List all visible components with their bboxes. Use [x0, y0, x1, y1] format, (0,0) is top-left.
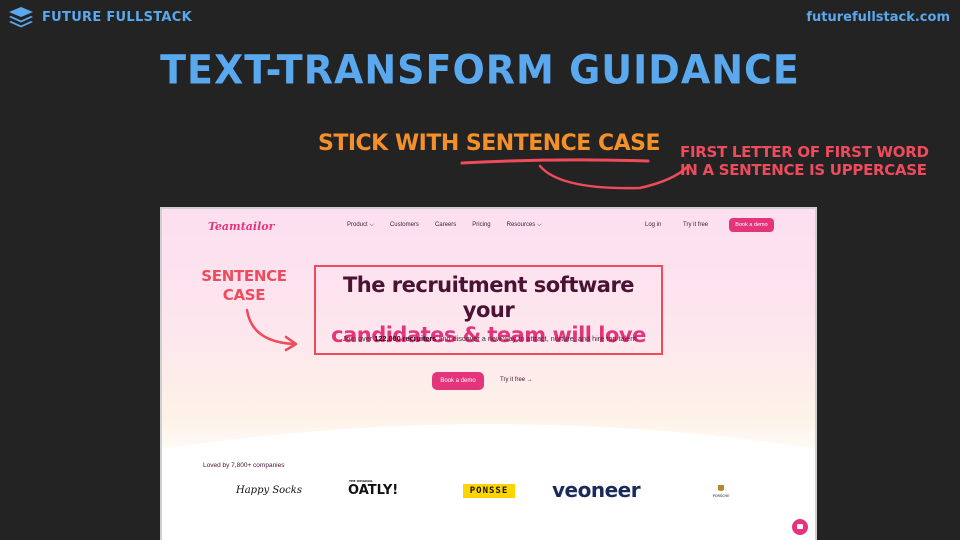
curved-arrow: [245, 308, 298, 352]
